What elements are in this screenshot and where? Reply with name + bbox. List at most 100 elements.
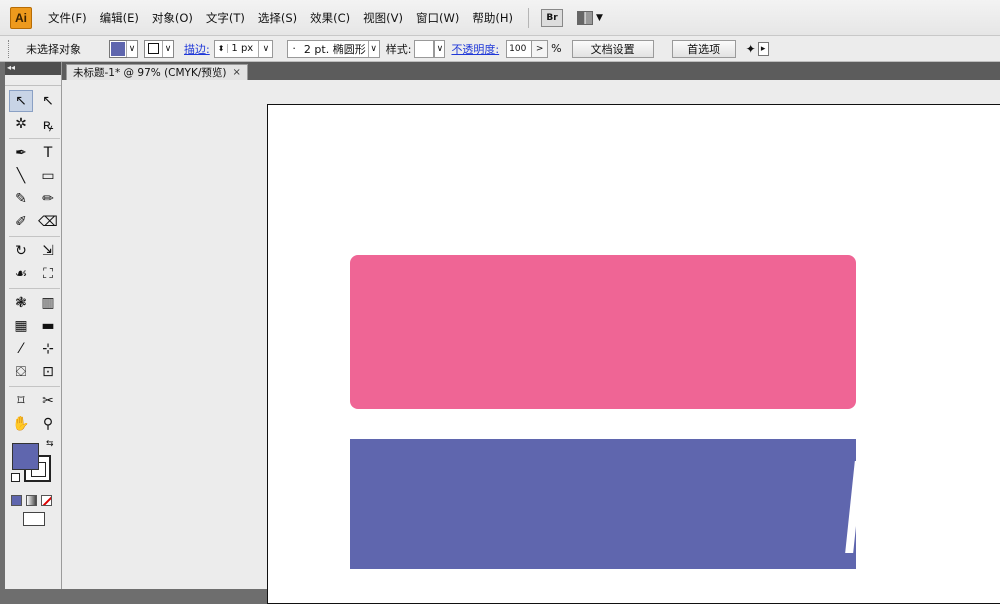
fill-color-box[interactable] — [12, 443, 39, 470]
direct-selection-tool[interactable]: ↖ — [36, 90, 60, 112]
gradient-mode-button[interactable] — [26, 495, 37, 506]
pencil-icon: ✏ — [42, 191, 54, 207]
selection-status: 未选择对象 — [26, 42, 81, 56]
symbol-sprayer-tool[interactable]: ❃ — [9, 292, 33, 314]
panel-grip[interactable] — [5, 75, 61, 86]
opacity-slider-button[interactable]: > — [532, 39, 549, 58]
bridge-button[interactable]: Br — [540, 8, 563, 27]
mesh-icon: ▦ — [14, 318, 28, 334]
none-mode-button[interactable] — [41, 495, 52, 506]
preferences-button[interactable]: 首选项 — [671, 39, 736, 58]
line-tool[interactable]: ╲ — [9, 165, 33, 187]
slice-icon: ✂ — [42, 393, 54, 409]
menu-file[interactable]: 文件(F) — [48, 10, 87, 26]
tool-divider — [9, 236, 60, 237]
column-graph-icon: ▥ — [41, 295, 55, 311]
blue-rectangle[interactable] — [350, 439, 856, 569]
fill-stroke-controls: ⇆ — [9, 439, 57, 491]
hand-tool[interactable]: ✋ — [9, 413, 33, 435]
panel-grip[interactable] — [8, 39, 12, 58]
document-tab-bar: 未标题-1* @ 97% (CMYK/预览) × — [62, 62, 1000, 80]
column-graph-tool[interactable]: ▥ — [36, 292, 60, 314]
gradient-tool[interactable]: ▬ — [36, 315, 60, 337]
free-transform-icon: ⛶ — [43, 266, 53, 282]
brush-name: 2 pt. 椭圆形 — [303, 42, 366, 56]
blob-brush-icon: ✐ — [15, 214, 27, 230]
hand-icon: ✋ — [12, 416, 30, 432]
live-paint-bucket-icon: ⛋ — [15, 364, 27, 380]
swap-fill-stroke-icon[interactable]: ⇆ — [46, 439, 54, 449]
mesh-tool[interactable]: ▦ — [9, 315, 33, 337]
live-paint-selection-icon: ⊡ — [42, 364, 54, 380]
stroke-color-picker[interactable]: ∨ — [144, 39, 174, 58]
menu-object[interactable]: 对象(O) — [152, 10, 193, 26]
chevron-down-icon[interactable]: ∨ — [367, 40, 379, 57]
document-setup-button[interactable]: 文档设置 — [571, 39, 654, 58]
free-transform-tool[interactable]: ⛶ — [36, 263, 60, 285]
live-paint-selection-tool[interactable]: ⊡ — [36, 361, 60, 383]
screen-mode-button[interactable] — [23, 512, 45, 526]
menu-view[interactable]: 视图(V) — [363, 10, 403, 26]
isolate-object-icon[interactable]: ✦ — [746, 42, 756, 56]
selection-tool[interactable]: ↖ — [9, 90, 33, 112]
percent-label: % — [551, 42, 562, 55]
arrange-documents-button[interactable]: ▼ — [576, 10, 603, 25]
rectangle-tool[interactable]: ▭ — [36, 165, 60, 187]
rotate-tool[interactable]: ↻ — [9, 240, 33, 262]
document-tab[interactable]: 未标题-1* @ 97% (CMYK/预览) × — [66, 64, 248, 80]
fill-color-picker[interactable]: ∨ — [109, 39, 138, 58]
opacity-panel-link[interactable]: 不透明度: — [451, 41, 499, 57]
chevron-down-icon[interactable]: ∨ — [434, 39, 446, 58]
canvas-area[interactable] — [62, 80, 1000, 604]
panel-menu-icon[interactable]: ▸ — [757, 41, 769, 56]
chevron-down-icon[interactable]: ∨ — [258, 40, 272, 57]
menu-select[interactable]: 选择(S) — [258, 10, 297, 26]
menu-edit[interactable]: 编辑(E) — [100, 10, 139, 26]
menu-help[interactable]: 帮助(H) — [472, 10, 513, 26]
line-icon: ╲ — [16, 168, 26, 184]
tool-divider — [9, 288, 60, 289]
symbol-sprayer-icon: ❃ — [15, 295, 27, 311]
eyedropper-tool[interactable]: ⁄ — [9, 338, 33, 360]
menu-effect[interactable]: 效果(C) — [310, 10, 350, 26]
blend-tool[interactable]: ⊹ — [36, 338, 60, 360]
lasso-tool[interactable]: ꝶ — [36, 113, 60, 135]
stroke-panel-link[interactable]: 描边: — [184, 41, 210, 57]
control-bar: 未选择对象 ∨ ∨ 描边: ⬍ 1 px ∨ · 2 pt. 椭圆形 ∨ 样式:… — [0, 36, 1000, 62]
close-icon[interactable]: × — [233, 67, 241, 78]
pink-rounded-rectangle[interactable] — [350, 255, 856, 409]
zoom-tool[interactable]: ⚲ — [36, 413, 60, 435]
opacity-input[interactable]: 100 — [506, 39, 533, 58]
menu-type[interactable]: 文字(T) — [206, 10, 245, 26]
graphic-style-swatch[interactable] — [414, 39, 435, 58]
selection-icon: ↖ — [15, 93, 27, 109]
warp-tool[interactable]: ☙ — [9, 263, 33, 285]
brush-definition-picker[interactable]: · 2 pt. 椭圆形 ∨ — [287, 39, 380, 58]
default-fill-stroke-icon[interactable] — [11, 473, 20, 482]
eraser-tool[interactable]: ⌫ — [36, 211, 60, 233]
pen-icon: ✒ — [15, 145, 27, 161]
paintbrush-tool[interactable]: ✎ — [9, 188, 33, 210]
live-paint-bucket-tool[interactable]: ⛋ — [9, 361, 33, 383]
artboard[interactable] — [267, 104, 1000, 604]
artboard-tool[interactable]: ⌑ — [9, 390, 33, 412]
tool-grid: ↖ ↖ ✲ ꝶ ✒ T ╲ ▭ ✎ ✏ ✐ ⌫ ↻ ⇲ ☙ ⛶ ❃ ▥ ▦ ▬ ⁄ ⊹ ⛋ ⊡ ⌑ ✂ ✋ ⚲ — [5, 86, 61, 435]
color-mode-button[interactable] — [11, 495, 22, 506]
warp-icon: ☙ — [14, 266, 28, 282]
slice-tool[interactable]: ✂ — [36, 390, 60, 412]
stepper-icon[interactable]: ⬍ — [215, 44, 229, 53]
type-tool[interactable]: T — [36, 142, 60, 164]
stroke-weight-field[interactable]: ⬍ 1 px ∨ — [213, 39, 274, 58]
scale-tool[interactable]: ⇲ — [36, 240, 60, 262]
pencil-tool[interactable]: ✏ — [36, 188, 60, 210]
collapse-panel-button[interactable]: ◂◂ — [5, 62, 61, 75]
blob-brush-tool[interactable]: ✐ — [9, 211, 33, 233]
menu-window[interactable]: 窗口(W) — [416, 10, 459, 26]
chevron-down-icon: ▼ — [595, 12, 603, 23]
magic-wand-tool[interactable]: ✲ — [9, 113, 33, 135]
zoom-icon: ⚲ — [42, 416, 54, 432]
blend-icon: ⊹ — [42, 341, 54, 357]
pen-tool[interactable]: ✒ — [9, 142, 33, 164]
tool-divider — [9, 138, 60, 139]
artboard-icon: ⌑ — [17, 393, 25, 409]
